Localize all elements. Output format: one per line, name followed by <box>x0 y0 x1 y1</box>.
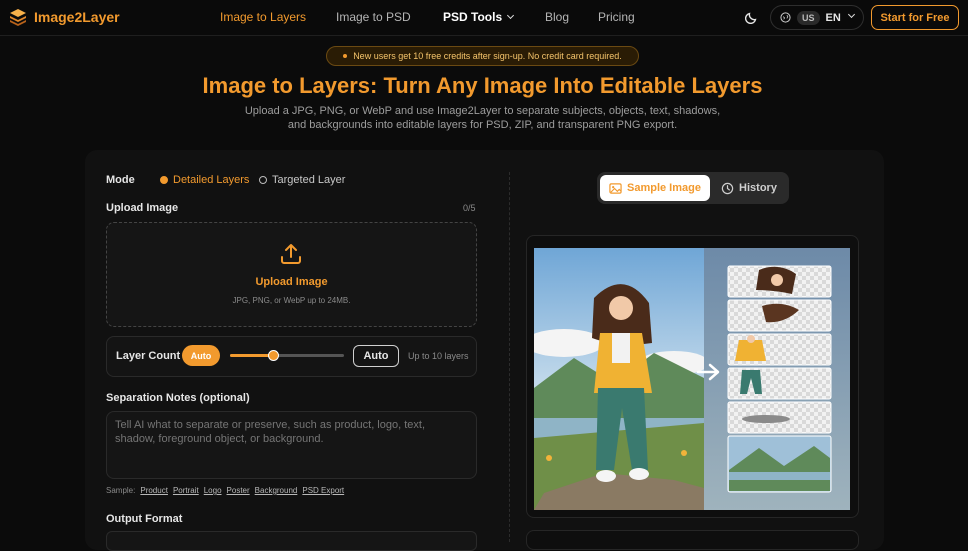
panel-divider <box>509 172 510 542</box>
layer-slider-fill <box>230 354 274 357</box>
nav-psd-tools-label: PSD Tools <box>443 10 503 24</box>
mode-detailed-layers[interactable]: Detailed Layers <box>160 174 249 186</box>
nav-image-to-layers[interactable]: Image to Layers <box>220 10 306 24</box>
layers-logo-icon <box>10 9 26 26</box>
brand-name: Image2Layer <box>34 9 120 25</box>
layer-count-label: Layer Count <box>116 350 181 362</box>
top-navbar: Image2Layer Image to Layers Image to PSD… <box>0 0 968 36</box>
sample-poster[interactable]: Poster <box>227 486 250 495</box>
nav-blog[interactable]: Blog <box>545 10 569 24</box>
language-code: EN <box>825 11 841 24</box>
upload-dropzone[interactable] <box>106 222 477 327</box>
upload-title[interactable]: Upload Image <box>106 276 477 288</box>
start-for-free-button[interactable]: Start for Free <box>871 5 959 30</box>
tab-sample-label: Sample Image <box>627 182 701 194</box>
tab-history[interactable]: History <box>718 175 780 201</box>
sample-links: Sample: Product Portrait Logo Poster Bac… <box>106 486 344 495</box>
radio-selected-icon <box>160 176 168 184</box>
promo-text: New users get 10 free credits after sign… <box>353 51 622 61</box>
nav-psd-tools[interactable]: PSD Tools <box>443 10 515 24</box>
brand-logo[interactable]: Image2Layer <box>9 8 120 26</box>
sample-background[interactable]: Background <box>255 486 298 495</box>
sample-label: Sample: <box>106 486 136 495</box>
mode-targeted-label: Targeted Layer <box>272 174 346 186</box>
sample-product[interactable]: Product <box>140 486 168 495</box>
mode-detailed-label: Detailed Layers <box>173 174 250 186</box>
mode-label: Mode <box>106 174 135 186</box>
moon-icon[interactable] <box>745 10 759 24</box>
upload-hint: JPG, PNG, or WebP up to 24MB. <box>232 296 351 305</box>
promo-banner: New users get 10 free credits after sign… <box>326 46 639 66</box>
chevron-down-icon <box>507 11 515 20</box>
sample-portrait[interactable]: Portrait <box>173 486 199 495</box>
output-format-select[interactable] <box>106 531 477 551</box>
upload-image-label: Upload Image <box>106 202 179 214</box>
separation-notes-input[interactable] <box>106 411 477 479</box>
chevron-down-icon <box>847 10 855 19</box>
nav-image-to-psd[interactable]: Image to PSD <box>336 10 411 24</box>
clock-icon <box>721 182 734 194</box>
promo-dot-icon <box>343 54 348 58</box>
output-format-label: Output Format <box>106 513 183 525</box>
tab-history-label: History <box>739 182 777 194</box>
sample-preview-card <box>526 235 859 518</box>
country-badge: US <box>797 10 820 25</box>
globe-icon <box>780 12 791 23</box>
mode-targeted-layer[interactable]: Targeted Layer <box>259 174 345 186</box>
layer-count-hint: Up to 10 layers <box>408 351 469 361</box>
page-title: Image to Layers: Turn Any Image Into Edi… <box>202 73 763 98</box>
layer-count-value[interactable]: Auto <box>353 345 399 367</box>
tab-sample-image[interactable]: Sample Image <box>600 175 710 201</box>
upload-icon[interactable] <box>279 242 303 266</box>
secondary-card <box>526 530 859 550</box>
sample-preview-image <box>534 248 850 510</box>
separation-notes-label: Separation Notes (optional) <box>106 392 250 404</box>
auto-toggle-pill[interactable]: Auto <box>182 345 220 366</box>
sample-logo[interactable]: Logo <box>204 486 222 495</box>
page-subtitle: Upload a JPG, PNG, or WebP and use Image… <box>244 105 721 131</box>
nav-pricing[interactable]: Pricing <box>598 10 635 24</box>
upload-count: 0/5 <box>463 203 476 213</box>
sample-psd-export[interactable]: PSD Export <box>302 486 344 495</box>
language-selector[interactable]: US EN <box>770 5 864 30</box>
radio-unselected-icon <box>259 176 267 184</box>
image-icon <box>609 182 622 194</box>
